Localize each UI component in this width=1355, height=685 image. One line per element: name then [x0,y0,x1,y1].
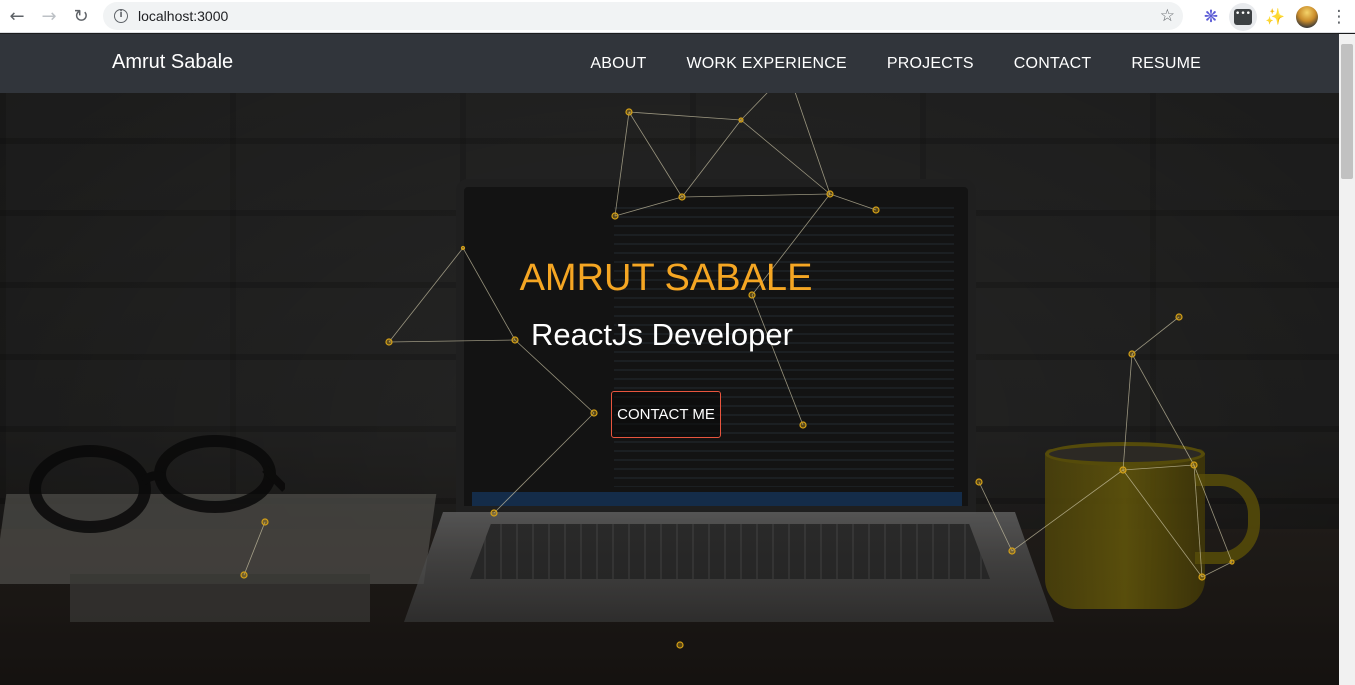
site-info-icon[interactable]: i [114,9,128,23]
extensions-puzzle-icon[interactable]: ✨ [1259,1,1291,33]
profile-avatar[interactable] [1291,1,1323,33]
hero-subtitle: ReactJs Developer [531,317,793,352]
browser-menu-icon[interactable]: ⋮ [1323,1,1355,33]
bookmark-star-icon[interactable]: ☆ [1160,6,1175,26]
browser-toolbar: ← → ↻ i localhost:3000 ☆ ❋ ••• ✨ ⋮ [0,0,1355,33]
extension-box-icon[interactable]: ••• [1227,1,1259,33]
scrollbar-thumb[interactable] [1341,44,1353,179]
contact-me-button[interactable]: CONTACT ME [611,391,721,438]
url-text[interactable]: localhost:3000 [138,8,228,24]
forward-arrow-icon[interactable]: → [33,0,65,32]
page-scrollbar[interactable] [1339,34,1355,685]
page-viewport: Amrut Sabale ABOUT WORK EXPERIENCE PROJE… [0,34,1339,685]
extension-flower-icon[interactable]: ❋ [1195,1,1227,33]
hero-title: AMRUT SABALE [519,257,813,299]
extensions-area: ❋ ••• ✨ ⋮ [1195,0,1355,33]
back-arrow-icon[interactable]: ← [1,0,33,32]
reload-icon[interactable]: ↻ [65,0,97,32]
hero-section: AMRUT SABALE ReactJs Developer CONTACT M… [0,34,1339,685]
address-bar[interactable]: i localhost:3000 ☆ [103,2,1183,30]
